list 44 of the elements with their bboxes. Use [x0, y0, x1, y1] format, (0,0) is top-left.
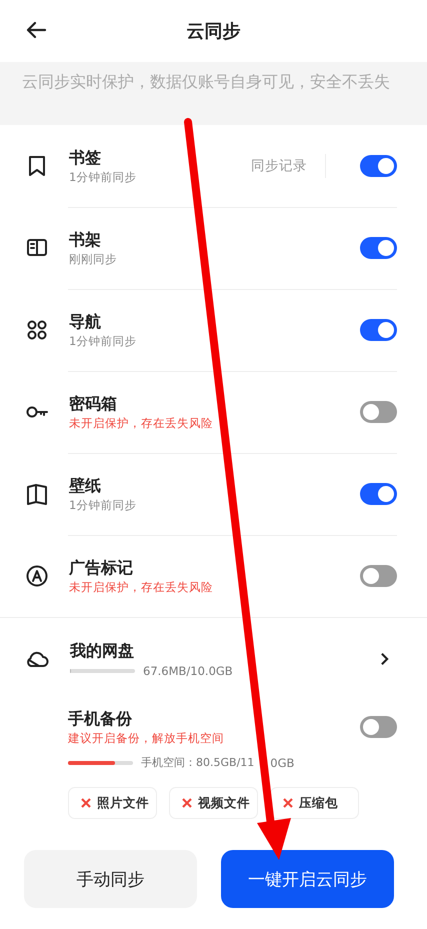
- cross-icon: [182, 798, 192, 808]
- item-title: 手机备份: [68, 708, 133, 730]
- sync-status: 未开启保护，存在丢失风险: [69, 415, 214, 431]
- toggle-switch[interactable]: [360, 565, 397, 587]
- book-icon: [25, 482, 49, 506]
- sync-status: 未开启保护，存在丢失风险: [69, 579, 214, 595]
- chip-label: 视频文件: [198, 794, 250, 812]
- item-title: 书架: [69, 229, 102, 251]
- page-title: 云同步: [186, 20, 240, 43]
- item-title: 壁纸: [69, 475, 102, 497]
- grid-icon: [25, 318, 49, 342]
- item-title: 密码箱: [69, 393, 118, 415]
- sync-status: 1分钟前同步: [69, 169, 138, 185]
- toggle-switch[interactable]: [360, 401, 397, 423]
- notice-text: 云同步实时保护，数据仅账号自身可见，安全不丢失: [22, 72, 390, 91]
- phone-storage: 手机空间：80.5GB/11: [141, 755, 254, 770]
- item-title: 导航: [69, 311, 102, 333]
- toggle-switch[interactable]: [360, 483, 397, 505]
- toggle-switch[interactable]: [360, 319, 397, 341]
- item-title: 广告标记: [69, 557, 134, 579]
- sync-status: 1分钟前同步: [69, 333, 138, 349]
- cross-icon: [81, 798, 91, 808]
- chip-label: 压缩包: [299, 794, 338, 812]
- storage-usage: 67.6MB/10.0GB: [143, 664, 233, 678]
- item-title: 书签: [69, 147, 102, 169]
- storage-bar: [70, 669, 135, 673]
- file-type-chip[interactable]: 压缩包: [270, 787, 359, 819]
- file-type-chip[interactable]: 视频文件: [169, 787, 258, 819]
- item-title: 我的网盘: [70, 640, 135, 662]
- file-type-chip[interactable]: 照片文件: [68, 787, 157, 819]
- toggle-switch[interactable]: [360, 716, 397, 738]
- toggle-switch[interactable]: [360, 155, 397, 177]
- sync-status: 刚刚同步: [69, 251, 118, 267]
- cross-icon: [283, 798, 293, 808]
- phone-storage: 0GB: [270, 756, 294, 770]
- letter-a-icon: [25, 564, 49, 588]
- backup-hint: 建议开启备份，解放手机空间: [68, 730, 225, 746]
- toggle-switch[interactable]: [360, 237, 397, 259]
- storage-bar: [68, 760, 133, 764]
- chevron-right-icon[interactable]: [380, 652, 389, 666]
- enable-sync-button[interactable]: 一键开启云同步: [221, 850, 394, 908]
- chip-label: 照片文件: [97, 794, 149, 812]
- sync-status: 1分钟前同步: [69, 497, 138, 513]
- manual-sync-button[interactable]: 手动同步: [24, 850, 197, 908]
